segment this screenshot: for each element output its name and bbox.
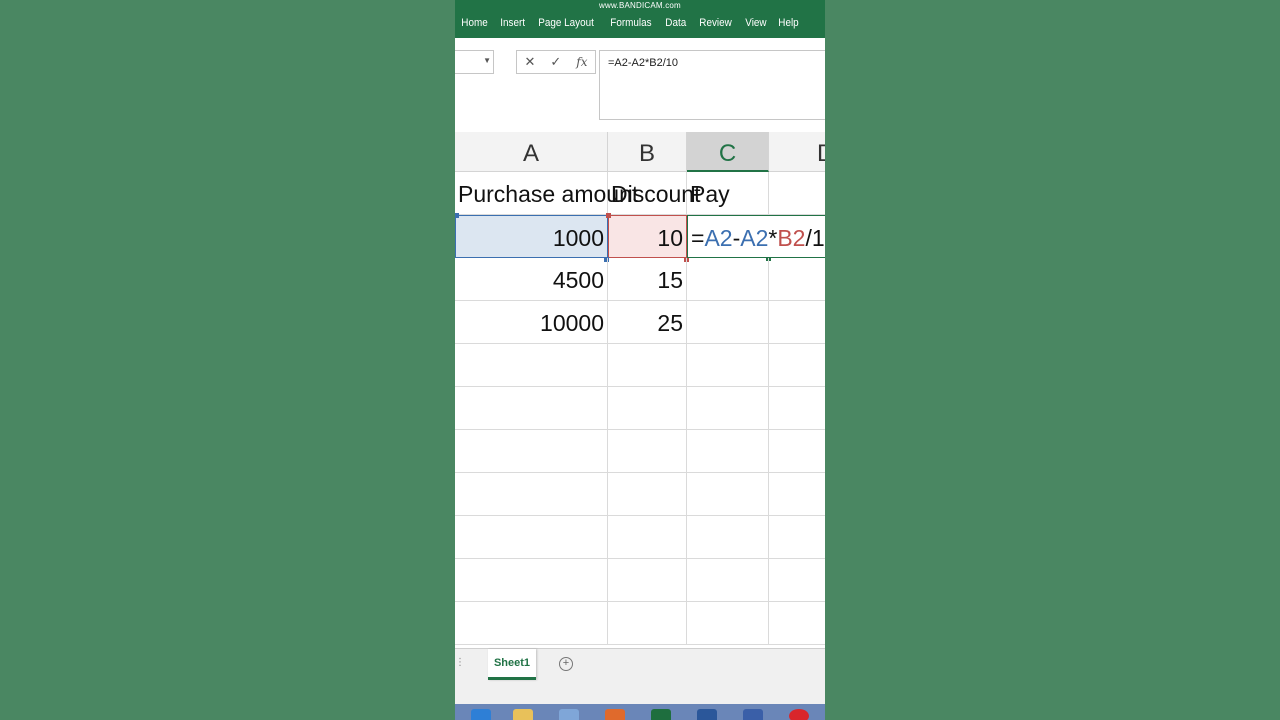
tab-help[interactable]: Help — [772, 17, 804, 29]
column-header-a[interactable]: A — [455, 132, 608, 172]
cell-empty[interactable] — [769, 602, 825, 645]
cell-empty[interactable] — [608, 473, 687, 516]
cell-empty[interactable] — [769, 430, 825, 473]
name-box[interactable]: ▼ — [455, 50, 494, 74]
chevron-down-icon[interactable]: ▼ — [483, 56, 491, 65]
formula-ref-a2: A2 — [704, 225, 733, 251]
cell-b4[interactable]: 25 — [608, 301, 687, 344]
cell-empty[interactable] — [769, 516, 825, 559]
cell-empty[interactable] — [608, 559, 687, 602]
cell-empty[interactable] — [455, 602, 608, 645]
column-header-d[interactable]: D — [769, 132, 825, 172]
cell-empty[interactable] — [687, 559, 769, 602]
check-icon[interactable]: ✓ — [550, 54, 561, 70]
tab-data[interactable]: Data — [659, 17, 692, 29]
cell-empty[interactable] — [769, 473, 825, 516]
cell-empty[interactable] — [455, 344, 608, 387]
tab-review[interactable]: Review — [693, 17, 737, 29]
cell-a3[interactable]: 4500 — [455, 258, 608, 301]
cell-empty[interactable] — [687, 602, 769, 645]
cell-a1[interactable]: Purchase amount — [455, 172, 638, 215]
add-sheet-icon[interactable]: + — [559, 657, 573, 671]
cell-empty[interactable] — [455, 516, 608, 559]
cell-c1[interactable]: Pay — [687, 172, 769, 215]
cell-empty[interactable] — [608, 516, 687, 559]
excel-icon[interactable] — [651, 709, 671, 720]
cell-empty[interactable] — [687, 473, 769, 516]
cell-b3[interactable]: 15 — [608, 258, 687, 301]
sheet-tab-bar: ⋮ Sheet1 + — [455, 648, 825, 705]
sheet-scroll-icon[interactable]: ⋮ — [455, 657, 465, 668]
cell-empty[interactable] — [769, 344, 825, 387]
bandicam-watermark: www.BANDICAM.com — [599, 1, 681, 10]
formula-equals: = — [691, 225, 705, 251]
media-player-icon[interactable] — [559, 709, 579, 720]
tab-view[interactable]: View — [739, 17, 772, 29]
cell-a4[interactable]: 10000 — [455, 301, 608, 344]
word-icon[interactable] — [697, 709, 717, 720]
windows-taskbar — [455, 704, 825, 720]
cell-d1[interactable] — [769, 172, 825, 215]
cell-empty[interactable] — [687, 430, 769, 473]
cell-c3[interactable] — [687, 258, 769, 301]
cell-empty[interactable] — [608, 602, 687, 645]
internet-explorer-icon[interactable] — [471, 709, 491, 720]
cell-empty[interactable] — [455, 430, 608, 473]
cell-empty[interactable] — [608, 344, 687, 387]
tab-insert[interactable]: Insert — [494, 17, 530, 29]
cell-empty[interactable] — [687, 387, 769, 430]
insert-function-button[interactable]: fx — [576, 55, 587, 69]
cell-empty[interactable] — [769, 387, 825, 430]
cell-empty[interactable] — [455, 473, 608, 516]
column-header-c[interactable]: C — [687, 132, 769, 172]
file-explorer-icon[interactable] — [513, 709, 533, 720]
formula-ref-b2: B2 — [777, 225, 806, 251]
cell-empty[interactable] — [455, 387, 608, 430]
formula-buttons: ✕ ✓ fx — [516, 50, 596, 74]
ribbon-tabs: Home Insert Page Layout Formulas Data Re… — [455, 11, 825, 35]
cell-empty[interactable] — [455, 559, 608, 602]
cell-empty[interactable] — [687, 344, 769, 387]
close-icon[interactable]: ✕ — [524, 54, 535, 70]
cell-c2-editing[interactable]: =A2-A2*B2/10 — [687, 215, 825, 258]
opera-icon[interactable] — [789, 709, 809, 720]
range-handle[interactable] — [455, 213, 459, 218]
cell-a2[interactable]: 1000 — [455, 215, 608, 258]
firefox-icon[interactable] — [605, 709, 625, 720]
cell-c4[interactable] — [687, 301, 769, 344]
ribbon: www.BANDICAM.com Home Insert Page Layout… — [455, 0, 825, 38]
tab-page-layout[interactable]: Page Layout — [532, 17, 599, 29]
cell-d4[interactable] — [769, 301, 825, 344]
app-icon[interactable] — [743, 709, 763, 720]
range-handle[interactable] — [606, 213, 611, 218]
cell-empty[interactable] — [687, 516, 769, 559]
tab-formulas[interactable]: Formulas — [604, 17, 657, 29]
cell-empty[interactable] — [608, 430, 687, 473]
cell-b2[interactable]: 10 — [608, 215, 687, 258]
formula-multiply: * — [768, 225, 778, 251]
excel-window: www.BANDICAM.com Home Insert Page Layout… — [455, 0, 825, 720]
cell-d3[interactable] — [769, 258, 825, 301]
formula-divide-ten: /10 — [805, 225, 825, 251]
cell-b1[interactable]: Discount — [608, 172, 700, 215]
formula-input[interactable]: =A2-A2*B2/10 — [599, 50, 825, 120]
spreadsheet-grid: A B C D Purchase amount Discount Pay 100… — [455, 132, 825, 648]
formula-bar: ▼ ✕ ✓ fx =A2-A2*B2/10 — [455, 38, 825, 133]
tab-home[interactable]: Home — [455, 17, 493, 29]
cell-empty[interactable] — [608, 387, 687, 430]
cell-empty[interactable] — [769, 559, 825, 602]
column-header-b[interactable]: B — [608, 132, 687, 172]
sheet-tab-sheet1[interactable]: Sheet1 — [488, 649, 536, 680]
formula-ref-a2-second: A2 — [740, 225, 769, 251]
